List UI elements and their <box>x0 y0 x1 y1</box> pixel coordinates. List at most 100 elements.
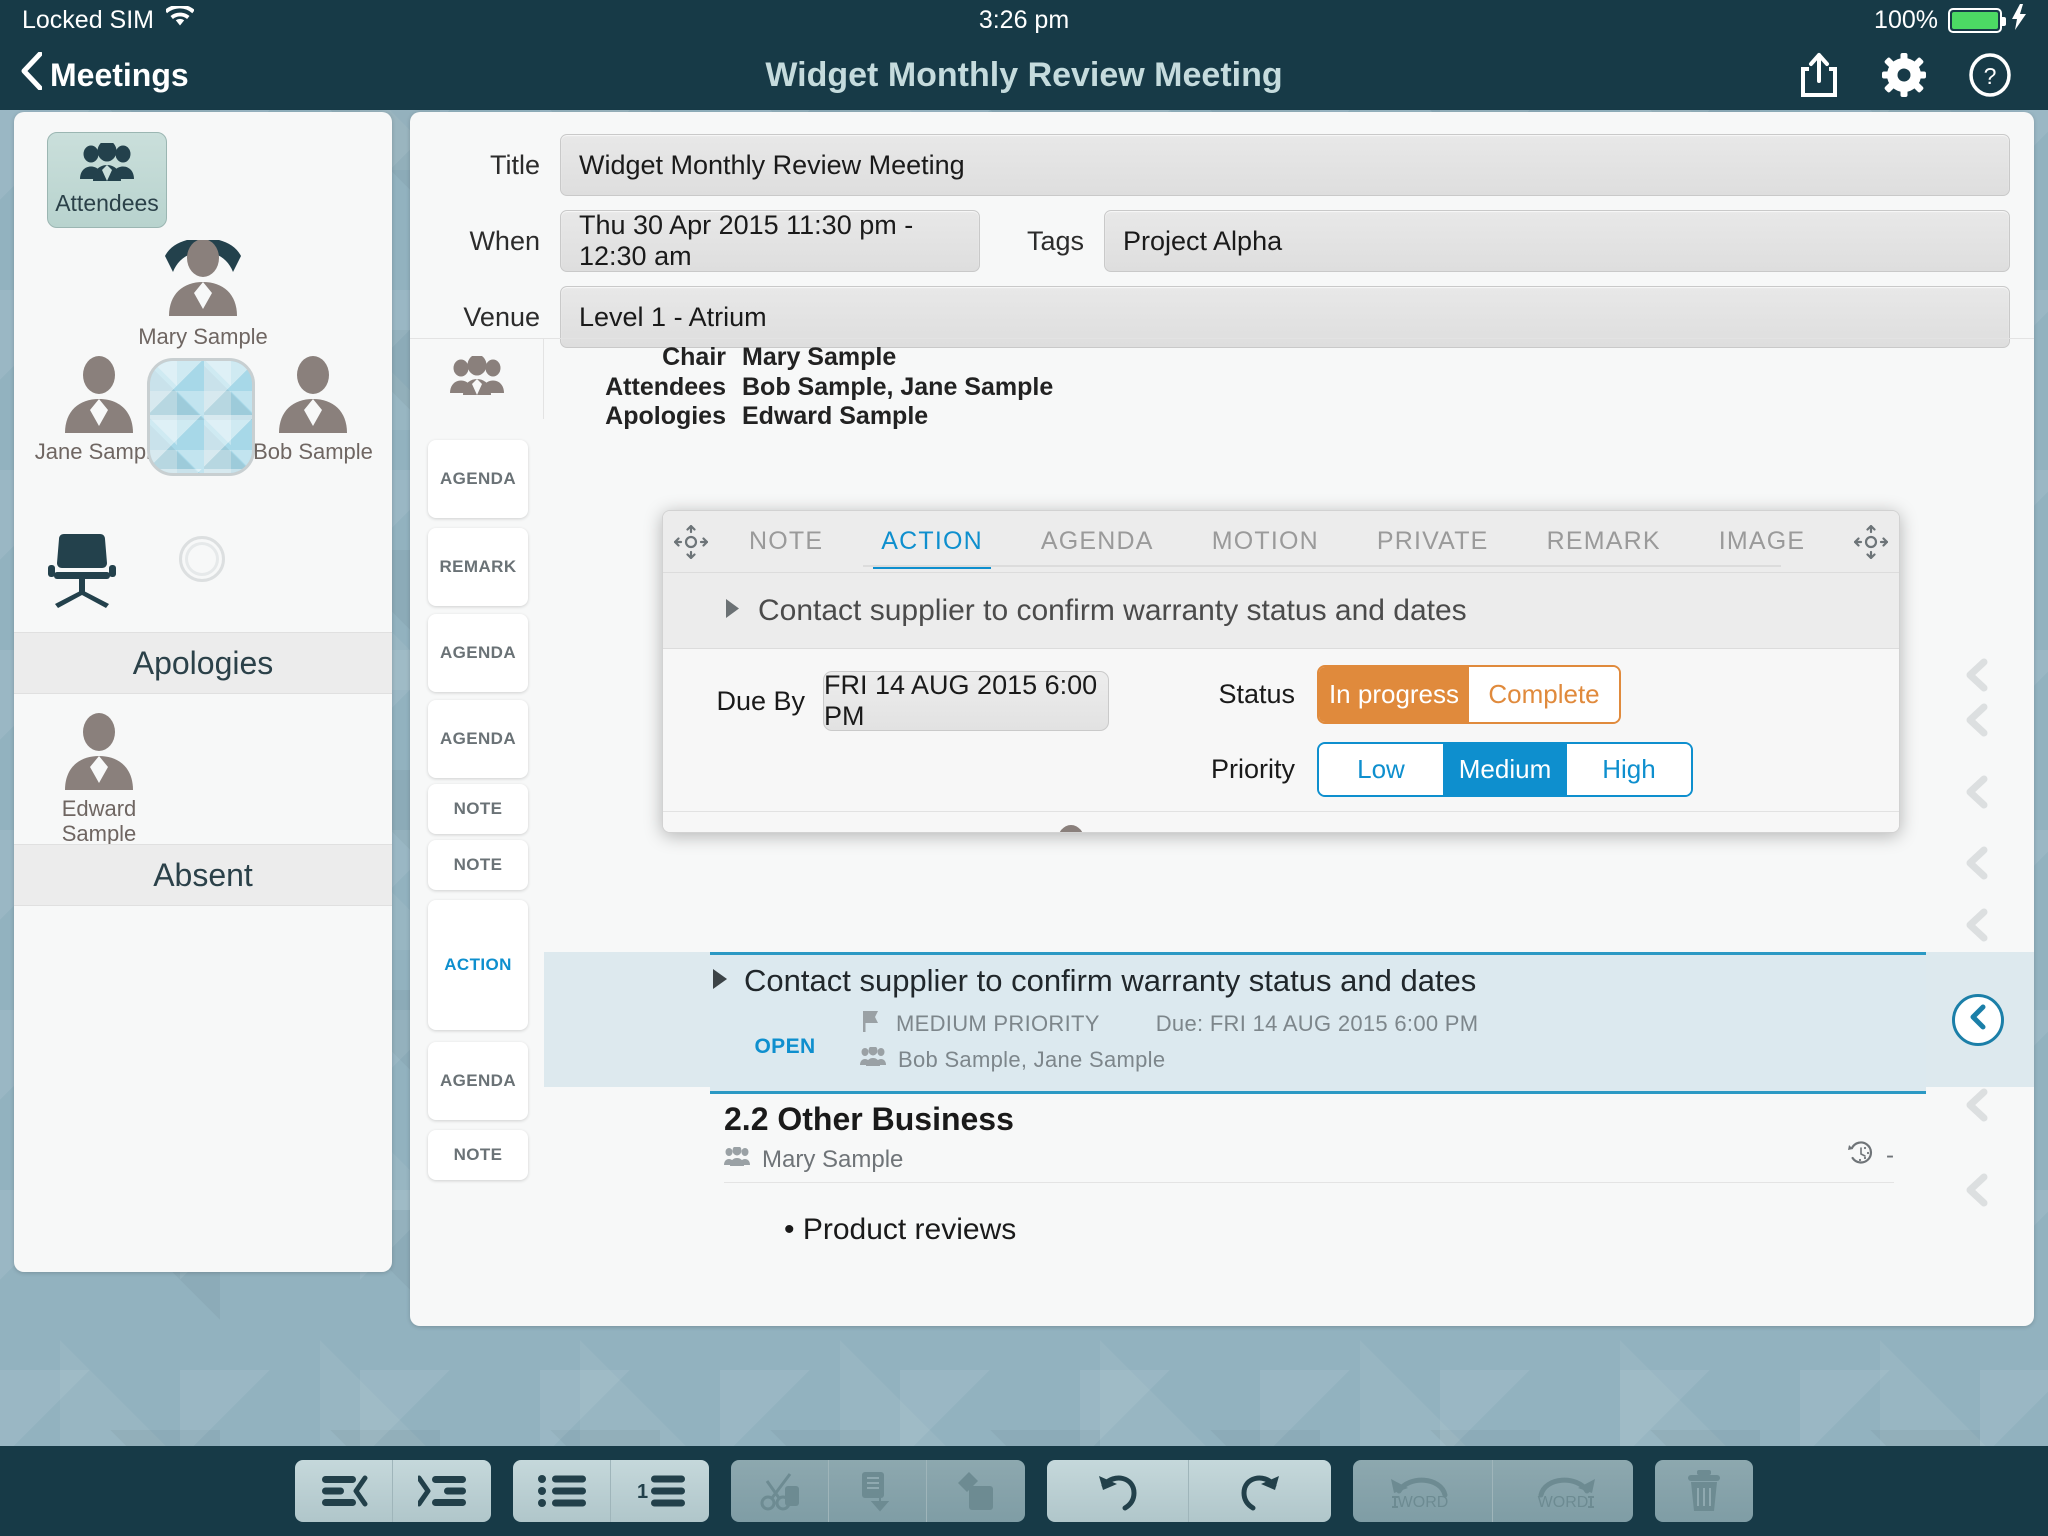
due-by-label: Due By <box>716 685 805 716</box>
popup-tab-label: MOTION <box>1211 527 1319 555</box>
move-handle-left-icon[interactable] <box>663 524 719 559</box>
action-editor-popup: NOTE ACTION AGENDA MOTION PRIVATE REMARK… <box>662 510 1900 833</box>
page-title: Widget Monthly Review Meeting <box>765 55 1283 94</box>
numbered-list-button[interactable]: 1 <box>611 1460 709 1522</box>
flag-icon <box>860 1009 884 1039</box>
disclosure-triangle-icon[interactable] <box>723 594 742 628</box>
attendee-bob-sample[interactable]: Bob Sample <box>238 355 388 465</box>
tags-input[interactable]: Project Alpha <box>1104 210 2010 272</box>
popup-tab-note[interactable]: NOTE <box>747 511 825 573</box>
collapse-chevron-icon[interactable] <box>1960 1173 1994 1207</box>
absent-heading-label: Absent <box>153 856 253 893</box>
popup-body: Due By FRI 14 AUG 2015 6:00 PM Status In… <box>663 649 1899 832</box>
bulleted-list-button[interactable] <box>513 1460 611 1522</box>
indent-group <box>295 1460 491 1522</box>
collapse-chevron-icon[interactable] <box>1960 775 1994 809</box>
popup-tab-remark[interactable]: REMARK <box>1545 511 1663 573</box>
selected-action-inner: Contact supplier to confirm warranty sta… <box>710 952 1926 1094</box>
people-group-icon <box>448 354 506 403</box>
agenda-section-row[interactable]: 2.2 Other Business Mary Sample - <box>544 1087 2034 1197</box>
help-icon[interactable]: ? <box>1968 53 2012 97</box>
attendee-name: Jane Sample <box>34 439 164 464</box>
apology-edward-sample[interactable]: Edward Sample <box>24 712 174 846</box>
back-button[interactable]: Meetings <box>0 51 189 98</box>
attendee-name: Bob Sample <box>253 439 373 464</box>
collapse-chevron-icon[interactable] <box>1960 846 1994 880</box>
back-button-label: Meetings <box>50 56 189 93</box>
gear-icon[interactable] <box>1882 53 1926 97</box>
status-bar: Locked SIM 3:26 pm 100% <box>0 0 2048 40</box>
priority-option-medium[interactable]: Medium <box>1443 744 1567 795</box>
type-tab-agenda-3[interactable]: AGENDA <box>428 700 528 778</box>
attendee-mary-sample[interactable]: Mary Sample <box>128 238 278 350</box>
disclosure-triangle-icon[interactable] <box>710 963 730 999</box>
collapse-chevron-icon[interactable] <box>1960 1088 1994 1122</box>
attendees-sidebar: Attendees Mary Sample Jane Sample Bob Sa… <box>14 112 392 1272</box>
attendees-value: Bob Sample, Jane Sample <box>742 372 1054 401</box>
popup-tab-label: AGENDA <box>1040 527 1154 555</box>
popup-tab-agenda[interactable]: AGENDA <box>1039 511 1156 573</box>
assigned-to-row: Assigned to Bob Sample <box>663 811 1899 832</box>
type-tab-note-3[interactable]: NOTE <box>428 1130 528 1180</box>
type-tab-remark-1[interactable]: REMARK <box>428 528 528 606</box>
redo-word-button: WORD <box>1493 1460 1633 1522</box>
priority-option-low[interactable]: Low <box>1319 744 1443 795</box>
nav-actions: ? <box>1798 52 2048 98</box>
delete-button <box>1655 1460 1753 1522</box>
agenda-section-duration: - <box>1846 1139 1894 1174</box>
popup-tab-private[interactable]: PRIVATE <box>1375 511 1491 573</box>
status-option-in-progress[interactable]: In progress <box>1319 667 1469 722</box>
type-tab-label: AGENDA <box>439 729 517 748</box>
undo-button[interactable] <box>1047 1460 1189 1522</box>
person-avatar-icon <box>1036 824 1106 832</box>
due-by-button[interactable]: FRI 14 AUG 2015 6:00 PM <box>823 670 1109 731</box>
type-tab-note-2[interactable]: NOTE <box>428 840 528 890</box>
popup-tab-bar: NOTE ACTION AGENDA MOTION PRIVATE REMARK… <box>663 511 1899 573</box>
svg-text:WORD: WORD <box>1538 1494 1589 1511</box>
redo-button[interactable] <box>1189 1460 1331 1522</box>
when-input[interactable]: Thu 30 Apr 2015 11:30 pm - 12:30 am <box>560 210 980 272</box>
empty-seat-ring-icon[interactable] <box>179 536 225 582</box>
list-group: 1 <box>513 1460 709 1522</box>
note-row[interactable]: • Product reviews <box>544 1197 2034 1277</box>
selected-action-row[interactable]: Contact supplier to confirm warranty sta… <box>544 952 2034 1094</box>
move-handle-right-icon[interactable] <box>1843 524 1899 559</box>
type-tab-note-1[interactable]: NOTE <box>428 784 528 834</box>
collapse-chevron-icon[interactable] <box>1960 703 1994 737</box>
popup-tab-motion[interactable]: MOTION <box>1210 511 1321 573</box>
copy-button <box>829 1460 927 1522</box>
popup-tab-label: IMAGE <box>1718 527 1806 555</box>
type-tab-action-selected[interactable]: ACTION <box>428 900 528 1030</box>
cut-button <box>731 1460 829 1522</box>
popup-tab-action[interactable]: ACTION <box>873 511 991 573</box>
type-tab-agenda-4[interactable]: AGENDA <box>428 1042 528 1120</box>
type-tab-agenda-1[interactable]: AGENDA <box>428 440 528 518</box>
empty-seat-chair-icon[interactable] <box>47 532 117 613</box>
action-row-title-line: Contact supplier to confirm warranty sta… <box>710 963 1926 999</box>
apologies-heading-label: Apologies <box>132 644 274 681</box>
popup-tab-image[interactable]: IMAGE <box>1717 511 1808 573</box>
collapse-chevron-icon[interactable] <box>1960 658 1994 692</box>
undo-word-button: WORD <box>1353 1460 1493 1522</box>
share-icon[interactable] <box>1798 52 1840 98</box>
collapse-chevron-icon[interactable] <box>1960 908 1994 942</box>
type-tab-agenda-2[interactable]: AGENDA <box>428 614 528 692</box>
people-group-icon <box>860 1045 886 1073</box>
chair-value: Mary Sample <box>742 343 897 371</box>
apology-name: Edward Sample <box>61 796 137 846</box>
chair-key: Chair <box>662 343 726 371</box>
when-field-label: When <box>469 225 540 256</box>
collapse-selected-row-button[interactable] <box>1952 993 2004 1046</box>
status-option-complete[interactable]: Complete <box>1469 667 1619 722</box>
participants-summary-strip: Chair Mary Sample Attendees Bob Sample, … <box>410 338 2034 430</box>
type-tab-label: AGENDA <box>439 1071 517 1090</box>
agenda-section-body: 2.2 Other Business Mary Sample - <box>724 1087 1894 1183</box>
priority-option-high[interactable]: High <box>1567 744 1691 795</box>
type-tab-label: NOTE <box>453 855 503 874</box>
outdent-button[interactable] <box>295 1460 393 1522</box>
indent-button[interactable] <box>393 1460 491 1522</box>
title-input[interactable]: Widget Monthly Review Meeting <box>560 134 2010 196</box>
status-time: 3:26 pm <box>978 5 1070 34</box>
assignee-jane-sample[interactable]: Jane Sample <box>1013 824 1129 832</box>
attendees-toggle-button[interactable]: Attendees <box>47 132 167 228</box>
